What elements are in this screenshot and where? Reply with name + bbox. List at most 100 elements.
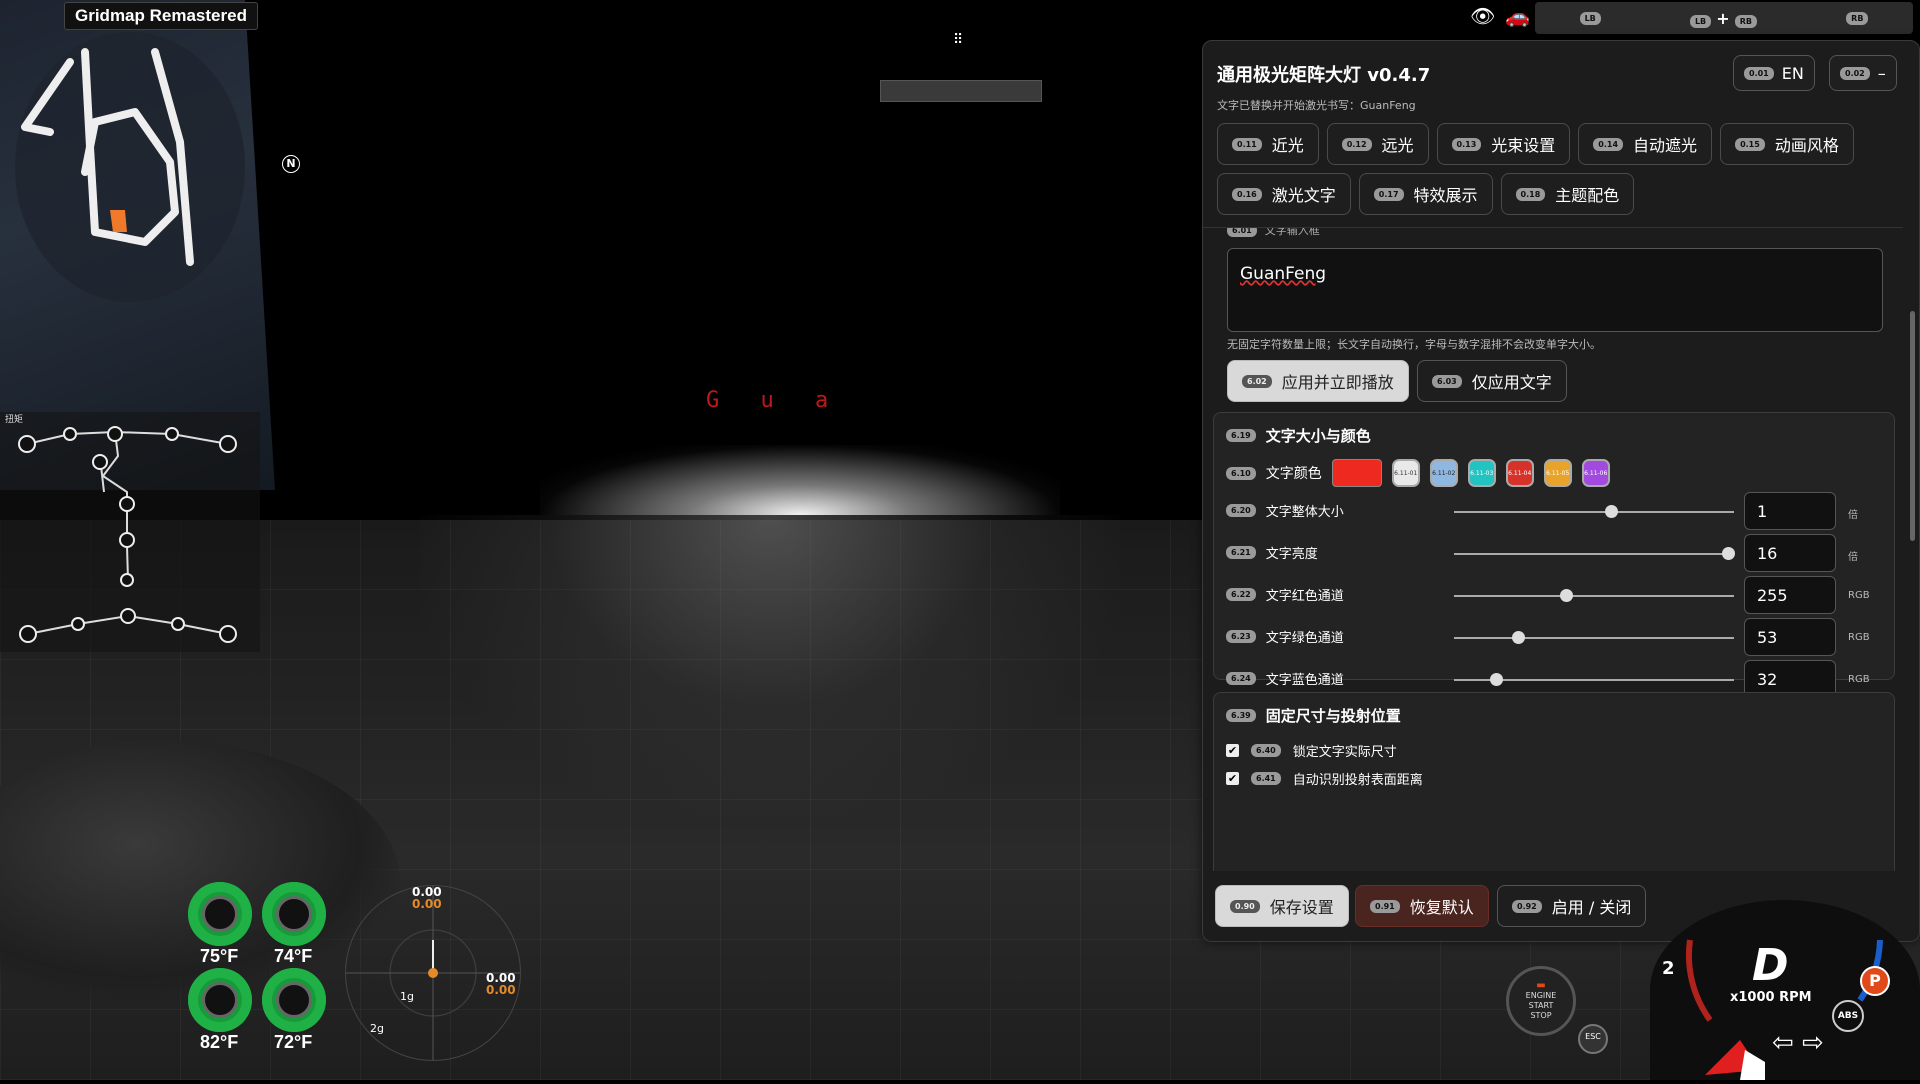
gear-indicator: D bbox=[1752, 940, 1789, 991]
tab-row-1: 0.11 近光 0.12 远光 0.13 光束设置 0.14 自动遮光 0.15 动画风格 bbox=[1217, 123, 1854, 165]
lb-rb-combo: LB + RB bbox=[1689, 9, 1757, 28]
button-label: 应用并立即播放 bbox=[1281, 373, 1394, 392]
slider-label: 文字红色通道 bbox=[1265, 589, 1344, 604]
slider-knob[interactable] bbox=[1604, 505, 1618, 518]
tab-label: 近光 bbox=[1271, 136, 1304, 155]
slider-unit: 倍 bbox=[1848, 510, 1858, 521]
car-icon[interactable]: 🚗 bbox=[1505, 4, 1530, 28]
controller-hint-bar: LB LB + RB RB bbox=[1535, 2, 1913, 34]
section-fixed-size-position: 6.39 固定尺寸与投射位置 ✔ 6.40 锁定文字实际尺寸 ✔ 6.41 自动… bbox=[1213, 692, 1895, 872]
shortcut-badge: 0.14 bbox=[1593, 137, 1624, 151]
text-input-label: 文字输入框 bbox=[1264, 227, 1320, 237]
restore-defaults-button[interactable]: 0.91 恢复默认 bbox=[1355, 885, 1489, 927]
checkbox-checked-icon[interactable]: ✔ bbox=[1226, 744, 1239, 757]
shortcut-badge: 6.23 bbox=[1226, 630, 1256, 643]
slider-unit: RGB bbox=[1848, 590, 1870, 601]
panel-title: 通用极光矩阵大灯 v0.4.7 bbox=[1217, 65, 1431, 86]
apply-text-only-button[interactable]: 6.03 仅应用文字 bbox=[1417, 360, 1567, 402]
scrollbar-thumb[interactable] bbox=[1910, 311, 1915, 541]
text-input-label-row: 6.01 文字输入框 bbox=[1227, 227, 1320, 238]
settings-panel: 通用极光矩阵大灯 v0.4.7 文字已替换并开始激光书写：GuanFeng 0.… bbox=[1202, 40, 1920, 942]
color-preset-04[interactable]: 6.11-04 bbox=[1505, 459, 1534, 487]
slider-track[interactable] bbox=[1454, 673, 1734, 686]
shortcut-badge: 0.13 bbox=[1451, 137, 1482, 151]
slider-value-input[interactable]: 255 bbox=[1744, 576, 1836, 614]
handle-dots-icon[interactable]: ⠿ bbox=[953, 32, 963, 48]
tab-low-beam[interactable]: 0.11 近光 bbox=[1217, 123, 1319, 165]
tab-label: 自动遮光 bbox=[1633, 136, 1698, 155]
slider-knob[interactable] bbox=[1560, 589, 1573, 602]
slider-unit: RGB bbox=[1848, 632, 1870, 643]
laser-text-input[interactable]: GuanFeng bbox=[1227, 248, 1883, 332]
section-title-text: 文字大小与颜色 bbox=[1265, 427, 1371, 445]
minimize-icon: – bbox=[1877, 63, 1886, 83]
tab-auto-shading[interactable]: 0.14 自动遮光 bbox=[1578, 123, 1713, 165]
tab-animation-style[interactable]: 0.15 动画风格 bbox=[1720, 123, 1854, 165]
slider-value-input[interactable]: 16 bbox=[1744, 534, 1836, 572]
color-preset-02[interactable]: 6.11-02 bbox=[1429, 459, 1458, 487]
shortcut-badge: 0.18 bbox=[1515, 187, 1546, 201]
slider-label: 文字亮度 bbox=[1265, 547, 1318, 562]
drivetrain-diagram bbox=[0, 412, 260, 652]
tab-theme[interactable]: 0.18 主题配色 bbox=[1500, 173, 1635, 215]
engine-label: ENGINE bbox=[1525, 991, 1557, 1000]
shortcut-badge: 0.01 bbox=[1744, 66, 1774, 80]
shortcut-badge: 0.11 bbox=[1232, 137, 1262, 151]
shortcut-badge: 0.91 bbox=[1370, 899, 1400, 913]
slider-label-group: 6.22 文字红色通道 bbox=[1226, 585, 1344, 604]
tab-label: 主题配色 bbox=[1555, 186, 1620, 205]
tab-effects[interactable]: 0.17 特效展示 bbox=[1358, 173, 1493, 215]
language-label: EN bbox=[1781, 63, 1804, 83]
text-color-swatch[interactable] bbox=[1331, 459, 1382, 487]
panel-status: 文字已替换并开始激光书写：GuanFeng bbox=[1217, 99, 1416, 112]
drivetrain-lines bbox=[18, 426, 237, 643]
tab-high-beam[interactable]: 0.12 远光 bbox=[1326, 123, 1429, 165]
slider-value-input[interactable]: 53 bbox=[1744, 618, 1836, 656]
slider-track[interactable] bbox=[1454, 505, 1734, 518]
color-preset-05[interactable]: 6.11-05 bbox=[1543, 459, 1572, 487]
enable-toggle-button[interactable]: 0.92 启用 / 关闭 bbox=[1497, 885, 1647, 927]
shortcut-badge: 6.40 bbox=[1251, 744, 1281, 757]
text-color-row: 6.10 文字颜色 6.11-01 6.11-02 6.11-03 6.11-0… bbox=[1226, 459, 1610, 487]
slider-track[interactable] bbox=[1454, 589, 1734, 602]
g-point-icon bbox=[428, 968, 438, 978]
save-settings-button[interactable]: 0.90 保存设置 bbox=[1215, 885, 1349, 927]
checkbox-checked-icon[interactable]: ✔ bbox=[1226, 772, 1239, 785]
color-preset-06[interactable]: 6.11-06 bbox=[1581, 459, 1610, 487]
language-button[interactable]: 0.01 EN bbox=[1733, 55, 1815, 91]
g-ring-2g: 2g bbox=[370, 1022, 384, 1035]
auto-distance-checkbox-row[interactable]: ✔ 6.41 自动识别投射表面距离 bbox=[1226, 769, 1423, 788]
slider-knob[interactable] bbox=[1512, 631, 1526, 644]
shortcut-badge: 0.92 bbox=[1512, 899, 1542, 913]
shortcut-badge: 0.15 bbox=[1735, 137, 1765, 151]
slider-label-group: 6.21 文字亮度 bbox=[1226, 543, 1318, 562]
slider-knob[interactable] bbox=[1490, 673, 1503, 686]
slider-label: 文字蓝色通道 bbox=[1265, 673, 1344, 688]
settings-scroll-area[interactable]: 6.01 文字输入框 GuanFeng 无固定字符数量上限；长文字自动换行，字母… bbox=[1203, 227, 1903, 872]
slider-value-input[interactable]: 1 bbox=[1744, 492, 1836, 530]
tab-laser-text[interactable]: 0.16 激光文字 bbox=[1217, 173, 1351, 215]
prev-gear: 2 bbox=[1662, 958, 1675, 979]
slider-track[interactable] bbox=[1454, 547, 1736, 560]
brake-temp-fl: 75°F bbox=[200, 946, 239, 966]
lock-size-checkbox-row[interactable]: ✔ 6.40 锁定文字实际尺寸 bbox=[1226, 741, 1397, 760]
parking-brake-icon: P bbox=[1860, 966, 1890, 996]
tab-label: 光束设置 bbox=[1491, 136, 1556, 155]
apply-play-button[interactable]: 6.02 应用并立即播放 bbox=[1227, 360, 1409, 402]
checkbox-label: 锁定文字实际尺寸 bbox=[1292, 745, 1397, 760]
color-preset-01[interactable]: 6.11-01 bbox=[1391, 459, 1420, 487]
slider-track[interactable] bbox=[1454, 631, 1734, 644]
brake-temp-rr: 72°F bbox=[274, 1032, 313, 1052]
eye-icon[interactable]: 👁 bbox=[1470, 4, 1495, 28]
slider-knob[interactable] bbox=[1722, 547, 1736, 560]
color-preset-03[interactable]: 6.11-03 bbox=[1467, 459, 1496, 487]
button-label: 恢复默认 bbox=[1409, 898, 1474, 917]
engine-start-stop-button[interactable]: ▬ ENGINE START STOP bbox=[1506, 966, 1576, 1036]
row-label: 文字颜色 bbox=[1265, 466, 1322, 482]
rb-key: RB bbox=[1734, 14, 1757, 28]
shortcut-badge: 6.02 bbox=[1242, 374, 1272, 388]
minimize-button[interactable]: 0.02 – bbox=[1829, 55, 1897, 91]
shortcut-badge: 6.03 bbox=[1432, 374, 1462, 388]
brake-rr-icon bbox=[262, 968, 326, 1032]
tab-beam-settings[interactable]: 0.13 光束设置 bbox=[1436, 123, 1571, 165]
